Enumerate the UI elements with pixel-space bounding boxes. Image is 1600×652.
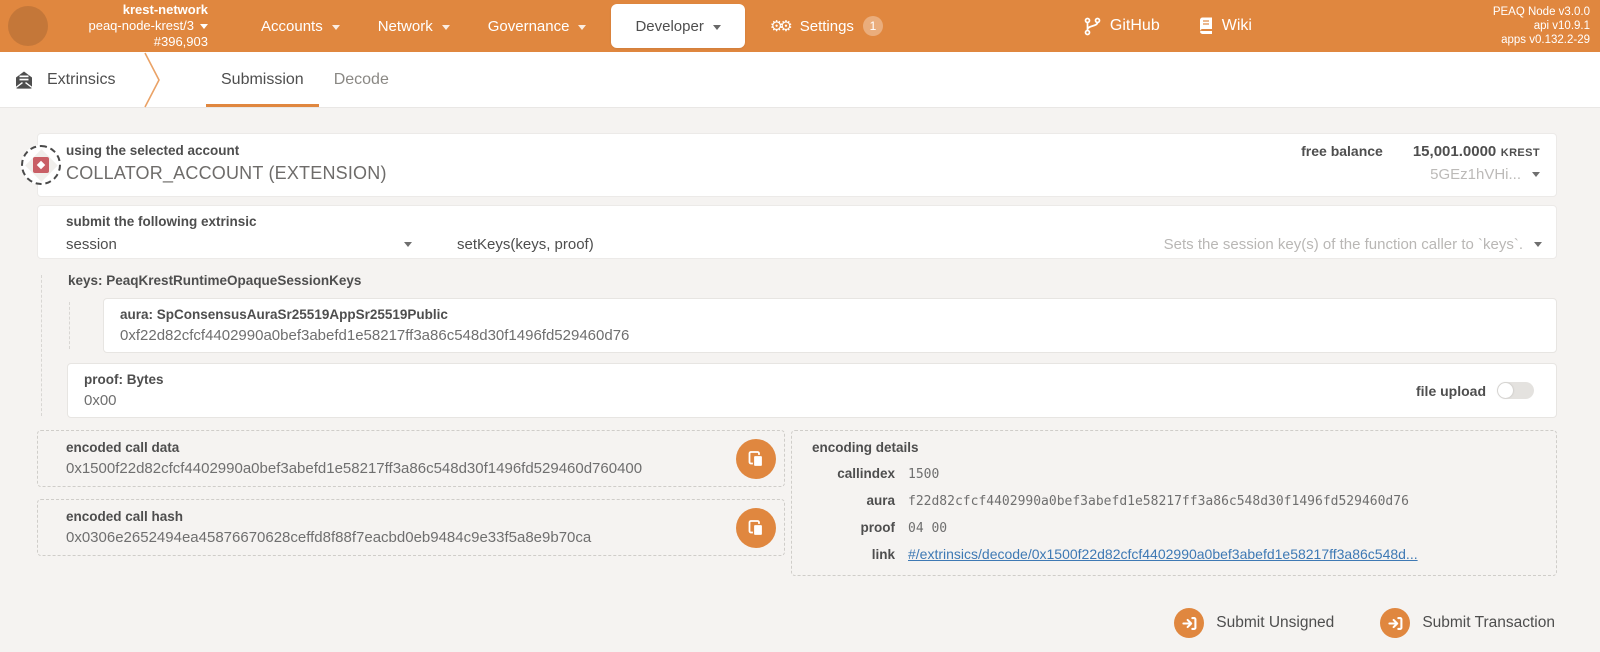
chevron-down-icon bbox=[713, 25, 721, 30]
main-nav: Accounts Network Governance Developer ⚙⚙… bbox=[242, 0, 902, 52]
nav-settings[interactable]: ⚙⚙ Settings 1 bbox=[751, 0, 902, 52]
aura-param-label: aura: SpConsensusAuraSr25519AppSr25519Pu… bbox=[120, 307, 1540, 322]
detail-row-aura: aura f22d82cfcf4402990a0bef3abefd1e58217… bbox=[812, 489, 1542, 513]
api-version: api v10.9.1 bbox=[1493, 19, 1590, 33]
submit-unsigned-button[interactable]: Submit Unsigned bbox=[1174, 608, 1334, 638]
section-header: Extrinsics bbox=[0, 52, 142, 107]
chevron-down-icon bbox=[442, 25, 450, 30]
account-address: 5GEz1hVHi... bbox=[1430, 166, 1521, 183]
chevron-down-icon bbox=[404, 242, 412, 247]
pallet-value: session bbox=[66, 236, 117, 253]
extrinsic-selector: submit the following extrinsic session s… bbox=[37, 205, 1557, 259]
main-content: using the selected account COLLATOR_ACCO… bbox=[0, 108, 1600, 638]
top-bar: krest-network peaq-node-krest/3 #396,903… bbox=[0, 0, 1600, 52]
extrinsics-icon bbox=[14, 70, 34, 90]
account-identicon bbox=[21, 145, 61, 185]
network-name: krest-network bbox=[58, 2, 208, 18]
account-selector[interactable]: using the selected account COLLATOR_ACCO… bbox=[37, 133, 1557, 197]
aura-param-input[interactable]: 0xf22d82cfcf4402990a0bef3abefd1e58217ff3… bbox=[120, 327, 1540, 344]
free-balance-value: 15,001.0000 bbox=[1413, 143, 1496, 160]
code-branch-icon bbox=[1084, 17, 1101, 36]
node-name: peaq-node-krest/3 bbox=[88, 18, 194, 34]
extrinsic-params: keys: PeaqKrestRuntimeOpaqueSessionKeys … bbox=[37, 259, 1557, 430]
encoded-call-data-value: 0x1500f22d82cfcf4402990a0bef3abefd1e5821… bbox=[66, 460, 724, 477]
account-info: using the selected account COLLATOR_ACCO… bbox=[66, 143, 387, 187]
encoded-call-data-label: encoded call data bbox=[66, 440, 724, 455]
chevron-down-icon bbox=[578, 25, 586, 30]
settings-badge: 1 bbox=[863, 16, 883, 36]
tab-bar: Extrinsics Submission Decode bbox=[0, 52, 1600, 108]
encoding-details-title: encoding details bbox=[812, 440, 1542, 455]
method-doc: Sets the session key(s) of the function … bbox=[1164, 236, 1523, 253]
sign-in-icon bbox=[1380, 608, 1410, 638]
nav-governance[interactable]: Governance bbox=[469, 0, 606, 52]
version-info: PEAQ Node v3.0.0 api v10.9.1 apps v0.132… bbox=[1493, 5, 1600, 47]
section-title: Extrinsics bbox=[47, 71, 115, 89]
free-balance-unit: KREST bbox=[1501, 147, 1540, 159]
node-version: PEAQ Node v3.0.0 bbox=[1493, 5, 1590, 19]
account-name: COLLATOR_ACCOUNT (EXTENSION) bbox=[66, 163, 387, 184]
pallet-select[interactable]: session bbox=[66, 236, 412, 253]
decode-link[interactable]: #/extrinsics/decode/0x1500f22d82cfcf4402… bbox=[908, 543, 1418, 566]
book-icon bbox=[1198, 17, 1213, 35]
nav-accounts[interactable]: Accounts bbox=[242, 0, 359, 52]
action-buttons: Submit Unsigned Submit Transaction bbox=[37, 608, 1557, 638]
network-info[interactable]: krest-network peaq-node-krest/3 #396,903 bbox=[58, 2, 208, 50]
copy-icon bbox=[747, 450, 765, 468]
account-balance: free balance 15,001.0000 KREST 5GEz1hVHi… bbox=[1301, 143, 1540, 187]
breadcrumb-divider bbox=[142, 52, 166, 107]
detail-row-proof: proof 04 00 bbox=[812, 516, 1542, 540]
github-link[interactable]: GitHub bbox=[1084, 17, 1160, 36]
chevron-down-icon bbox=[200, 24, 208, 29]
wiki-link[interactable]: Wiki bbox=[1198, 17, 1252, 36]
encoded-call-hash-value: 0x0306e2652494ea45876670628ceffd8f88f7ea… bbox=[66, 529, 724, 546]
account-address-dropdown[interactable]: 5GEz1hVHi... bbox=[1301, 166, 1540, 183]
tab-submission[interactable]: Submission bbox=[206, 52, 319, 107]
copy-call-data-button[interactable] bbox=[736, 439, 776, 479]
file-upload-toggle[interactable] bbox=[1497, 382, 1534, 399]
chevron-down-icon bbox=[1532, 172, 1540, 177]
copy-icon bbox=[747, 519, 765, 537]
method-value: setKeys(keys, proof) bbox=[457, 236, 594, 253]
copy-call-hash-button[interactable] bbox=[736, 508, 776, 548]
nav-network[interactable]: Network bbox=[359, 0, 469, 52]
sign-in-icon bbox=[1174, 608, 1204, 638]
block-number: #396,903 bbox=[58, 34, 208, 50]
tabs: Submission Decode bbox=[206, 52, 404, 107]
proof-param: proof: Bytes 0x00 file upload bbox=[67, 363, 1557, 418]
proof-param-input[interactable]: 0x00 bbox=[84, 392, 164, 409]
network-logo[interactable] bbox=[8, 6, 48, 46]
method-select[interactable]: setKeys(keys, proof) Sets the session ke… bbox=[457, 236, 1542, 253]
encoded-call-data-box: encoded call data 0x1500f22d82cfcf440299… bbox=[37, 430, 785, 487]
aura-param: aura: SpConsensusAuraSr25519AppSr25519Pu… bbox=[103, 298, 1557, 353]
encoding-details-box: encoding details callindex 1500 aura f22… bbox=[791, 430, 1557, 576]
nav-developer[interactable]: Developer bbox=[611, 4, 744, 48]
file-upload-label: file upload bbox=[1416, 383, 1486, 399]
free-balance-label: free balance bbox=[1301, 143, 1383, 159]
proof-param-label: proof: Bytes bbox=[84, 372, 164, 387]
apps-version: apps v0.132.2-29 bbox=[1493, 33, 1590, 47]
detail-row-callindex: callindex 1500 bbox=[812, 462, 1542, 486]
encoded-call-hash-box: encoded call hash 0x0306e2652494ea458766… bbox=[37, 499, 785, 556]
tab-decode[interactable]: Decode bbox=[319, 52, 404, 107]
submit-transaction-button[interactable]: Submit Transaction bbox=[1380, 608, 1555, 638]
keys-param-label: keys: PeaqKrestRuntimeOpaqueSessionKeys bbox=[68, 273, 1557, 288]
chevron-down-icon bbox=[332, 25, 340, 30]
chevron-down-icon bbox=[1534, 242, 1542, 247]
gear-icon: ⚙⚙ bbox=[770, 19, 789, 34]
account-label: using the selected account bbox=[66, 143, 387, 158]
extrinsic-label: submit the following extrinsic bbox=[66, 214, 1542, 229]
detail-row-link: link #/extrinsics/decode/0x1500f22d82cfc… bbox=[812, 543, 1542, 566]
encoded-call-hash-label: encoded call hash bbox=[66, 509, 724, 524]
